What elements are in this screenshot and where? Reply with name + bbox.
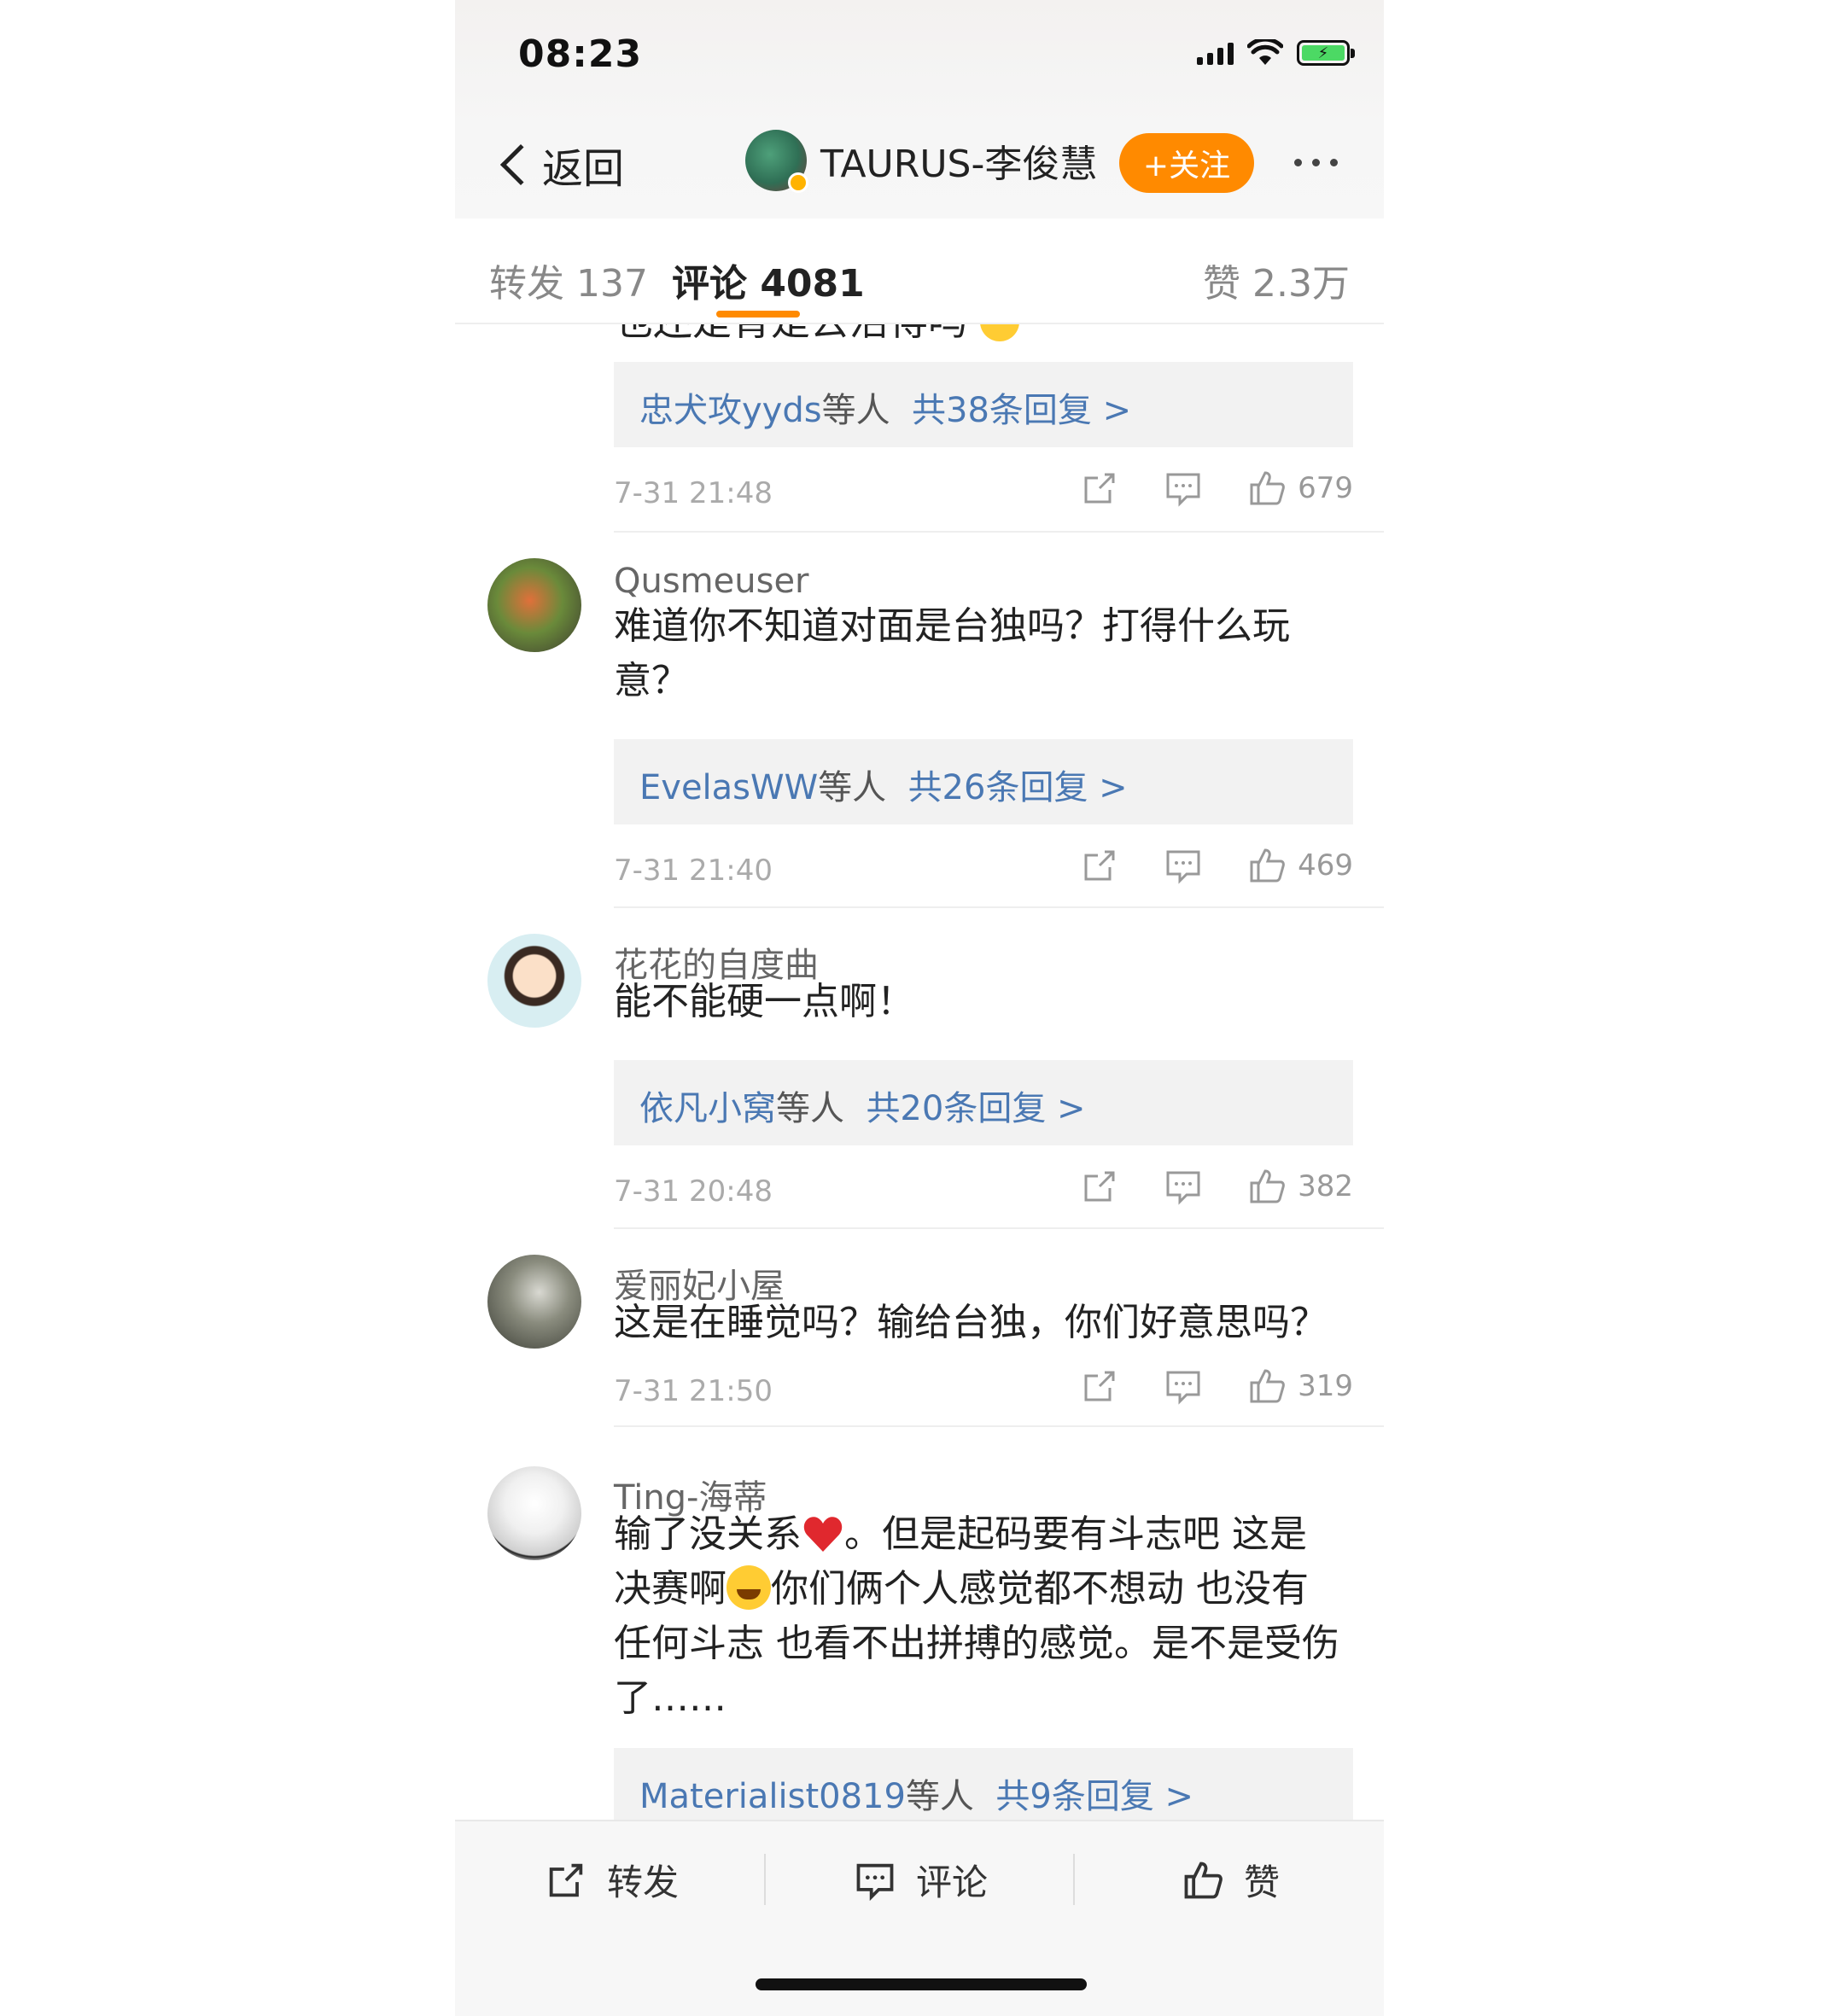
active-tab-indicator — [716, 311, 800, 318]
thumbs-up-icon — [1184, 1862, 1223, 1898]
separator — [1073, 1854, 1075, 1905]
thumbs-up-icon[interactable] — [1246, 845, 1287, 886]
comment-time: 7-31 20:48 — [614, 1174, 773, 1209]
like-count: 319 — [1298, 1369, 1353, 1403]
account-profile[interactable]: TAURUS-李俊慧 — [745, 130, 1097, 193]
comment-time: 7-31 21:50 — [614, 1374, 773, 1408]
separator — [764, 1854, 766, 1905]
tab-comments[interactable]: 评论 4081 — [672, 253, 865, 307]
comment-meta: 7-31 21:48 679 — [614, 468, 1353, 519]
partial-comment-text: 也还是背是去活得吗 — [614, 324, 1019, 347]
share-icon[interactable] — [1079, 845, 1120, 886]
cellular-signal-icon — [1197, 41, 1234, 65]
divider — [614, 906, 1384, 908]
repost-button[interactable]: 转发 — [544, 1854, 679, 1906]
comment-username[interactable]: Qusmeuser — [614, 562, 809, 601]
tab-bar: 转发 137 评论 4081 赞 2.3万 — [455, 218, 1384, 324]
share-icon — [549, 1863, 583, 1897]
comment-time: 7-31 21:48 — [614, 476, 773, 510]
status-time: 08:23 — [518, 32, 643, 76]
wifi-icon — [1247, 39, 1283, 65]
comment-icon — [856, 1863, 894, 1901]
comment-icon[interactable] — [1163, 845, 1204, 886]
account-avatar[interactable] — [745, 130, 808, 193]
comment-text: 输了没关系 。但是起码要有斗志吧 这是 决赛啊 你们俩个人感觉都不想动 也没有 任何… — [614, 1512, 1339, 1720]
comment-meta: 7-31 20:48 382 — [614, 1166, 1353, 1217]
like-button[interactable]: 赞 — [1181, 1854, 1280, 1906]
battery-charging-icon: ⚡ — [1297, 40, 1355, 66]
share-icon[interactable] — [1079, 1366, 1120, 1407]
top-bar: 08:23 ⚡ 返回 TAURUS-李俊慧 +关注 — [455, 0, 1384, 218]
reply-summary[interactable]: 依凡小窝等人 共20条回复 > — [614, 1060, 1353, 1145]
comment-list[interactable]: 也还是背是去活得吗 忠犬攻yyds等人 共38条回复 > 7-31 21:48 … — [455, 324, 1384, 1820]
user-avatar[interactable] — [487, 558, 581, 652]
comment-icon[interactable] — [1163, 1366, 1204, 1407]
divider — [614, 531, 1384, 533]
comment-meta: 7-31 21:40 469 — [614, 845, 1353, 896]
divider — [614, 1227, 1384, 1229]
thumbs-up-icon[interactable] — [1246, 468, 1287, 509]
home-indicator[interactable] — [756, 1978, 1087, 1990]
tab-repost[interactable]: 转发 137 — [489, 253, 648, 307]
comment-icon[interactable] — [1163, 468, 1204, 509]
thumbs-up-icon[interactable] — [1246, 1166, 1287, 1207]
tab-likes[interactable]: 赞 2.3万 — [1203, 253, 1350, 307]
reply-summary[interactable]: Materialist0819等人 共9条回复 > — [614, 1748, 1353, 1820]
like-count: 382 — [1298, 1169, 1353, 1203]
share-icon[interactable] — [1079, 468, 1120, 509]
thumbs-up-icon[interactable] — [1246, 1366, 1287, 1407]
user-avatar[interactable] — [487, 1466, 581, 1560]
user-avatar[interactable] — [487, 1255, 581, 1349]
comment-time: 7-31 21:40 — [614, 854, 773, 888]
like-count: 679 — [1298, 471, 1353, 505]
like-count: 469 — [1298, 848, 1353, 883]
reply-summary[interactable]: EvelasWW等人 共26条回复 > — [614, 739, 1353, 824]
comment-text: 难道你不知道对面是台独吗？打得什么玩 意？ — [614, 604, 1290, 702]
comment-button[interactable]: 评论 — [853, 1854, 988, 1906]
share-icon[interactable] — [1079, 1166, 1120, 1207]
more-options-icon[interactable] — [1294, 159, 1338, 166]
comment-icon[interactable] — [1163, 1166, 1204, 1207]
nav-bar: 返回 TAURUS-李俊慧 +关注 — [455, 119, 1384, 213]
phone-screen: 08:23 ⚡ 返回 TAURUS-李俊慧 +关注 转发 137 评论 4081… — [455, 0, 1384, 2016]
account-name[interactable]: TAURUS-李俊慧 — [820, 133, 1097, 188]
comment-text: 能不能硬一点啊！ — [614, 980, 914, 1023]
bottom-action-bar: 转发 评论 赞 — [455, 1820, 1384, 2016]
back-label: 返回 — [542, 145, 625, 193]
divider — [614, 1425, 1384, 1427]
laugh-cry-emoji-icon — [727, 1565, 771, 1610]
back-button[interactable]: 返回 — [498, 135, 624, 195]
verified-badge-icon — [788, 172, 808, 193]
user-avatar[interactable] — [487, 934, 581, 1028]
comment-meta: 7-31 21:50 319 — [614, 1366, 1353, 1417]
reply-summary[interactable]: 忠犬攻yyds等人 共38条回复 > — [614, 362, 1353, 447]
follow-button[interactable]: +关注 — [1119, 133, 1254, 193]
status-icons: ⚡ — [1197, 39, 1355, 67]
smile-emoji-icon — [979, 324, 1019, 341]
heart-emoji-icon — [803, 1517, 843, 1552]
comment-text: 这是在睡觉吗？输给台独，你们好意思吗？ — [614, 1301, 1328, 1344]
chevron-left-icon — [499, 143, 542, 186]
